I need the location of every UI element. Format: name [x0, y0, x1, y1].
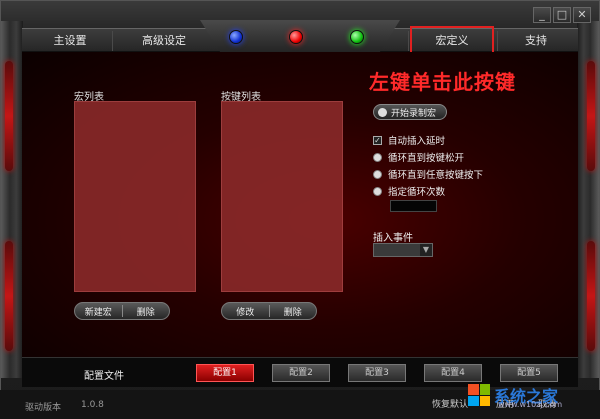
watermark-url: www.w10zj.com — [498, 400, 563, 409]
loop-until-release-option[interactable]: 循环直到按键松开 — [373, 150, 464, 164]
instruction-annotation: 左键单击此按键 — [369, 70, 516, 94]
red-led-indicator — [289, 30, 303, 44]
left-rail-glow-bottom — [5, 241, 13, 351]
macro-tab-highlight — [410, 26, 494, 54]
driver-version-label: 驱动版本 — [25, 403, 62, 413]
left-rail — [1, 21, 23, 378]
config-file-label: 配置文件 — [84, 371, 124, 382]
chevron-down-icon[interactable]: ▼ — [420, 244, 432, 256]
green-led-indicator — [350, 30, 364, 44]
insert-event-label: 插入事件 — [373, 233, 413, 244]
macro-list[interactable] — [74, 101, 196, 292]
tab-divider — [112, 31, 113, 51]
record-button-label: 开始录制宏 — [391, 108, 437, 119]
right-rail — [577, 21, 599, 378]
config-tab-2[interactable]: 配置2 — [272, 364, 330, 382]
loop-until-release-label: 循环直到按键松开 — [388, 153, 465, 164]
blue-led-indicator — [229, 30, 243, 44]
radio-icon[interactable] — [373, 152, 382, 162]
site-watermark: 系统之家 — [468, 372, 596, 418]
key-list[interactable] — [221, 101, 343, 292]
tab-divider — [408, 31, 409, 51]
auto-insert-delay-label: 自动插入延时 — [388, 136, 446, 147]
tab-main-settings[interactable]: 主设置 — [30, 29, 110, 53]
start-record-macro-button[interactable]: 开始录制宏 — [373, 104, 447, 120]
right-rail-glow-top — [587, 61, 595, 171]
right-rail-glow-bottom — [587, 241, 595, 351]
tab-support[interactable]: 支持 — [500, 29, 572, 53]
macro-list-actions: 新建宏 删除 — [74, 302, 170, 320]
left-rail-glow-top — [5, 61, 13, 171]
window-controls: _ □ ✕ — [533, 7, 591, 23]
config-tab-3[interactable]: 配置3 — [348, 364, 406, 382]
record-dot-icon — [378, 107, 387, 117]
restore-default-button[interactable]: 恢复默认 — [432, 397, 468, 410]
maximize-button[interactable]: □ — [553, 7, 571, 23]
loop-until-any-key-option[interactable]: 循环直到任意按键按下 — [373, 167, 483, 181]
insert-event-dropdown[interactable]: ▼ — [373, 243, 433, 257]
tab-divider — [497, 31, 498, 51]
loop-count-label: 指定循环次数 — [388, 187, 446, 198]
loop-count-input[interactable] — [390, 200, 437, 212]
radio-icon[interactable] — [373, 169, 382, 179]
loop-until-any-key-label: 循环直到任意按键按下 — [388, 170, 484, 181]
driver-version-value: 1.0.8 — [81, 400, 104, 410]
new-macro-button[interactable]: 新建宏 — [75, 305, 122, 318]
config-tab-1[interactable]: 配置1 — [196, 364, 254, 382]
auto-insert-delay-option[interactable]: ✓ 自动插入延时 — [373, 133, 445, 147]
close-button[interactable]: ✕ — [573, 7, 591, 23]
delete-key-button[interactable]: 删除 — [270, 305, 317, 318]
tab-advanced-settings[interactable]: 高级设定 — [114, 29, 214, 53]
checkbox-checked-icon[interactable]: ✓ — [373, 135, 382, 145]
delete-macro-button[interactable]: 删除 — [123, 305, 170, 318]
loop-count-option[interactable]: 指定循环次数 — [373, 184, 445, 198]
windows-logo-icon — [468, 384, 490, 406]
radio-icon[interactable] — [373, 186, 382, 196]
minimize-button[interactable]: _ — [533, 7, 551, 23]
edit-key-button[interactable]: 修改 — [222, 305, 269, 318]
key-list-actions: 修改 删除 — [221, 302, 317, 320]
